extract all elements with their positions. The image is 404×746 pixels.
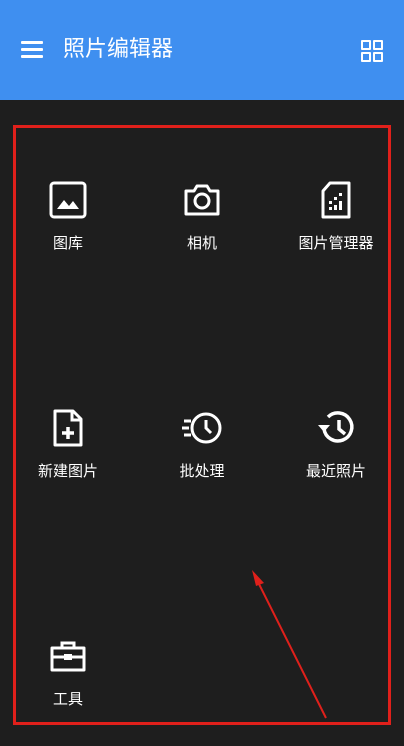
camera-icon — [184, 184, 220, 216]
tile-gallery[interactable]: 图库 — [8, 180, 128, 290]
gallery-image-icon — [49, 181, 87, 219]
tile-label: 图片管理器 — [298, 234, 374, 252]
app-bar: 照片编辑器 — [0, 0, 404, 100]
tile-camera[interactable]: 相机 — [142, 180, 262, 290]
menu-icon[interactable] — [20, 39, 44, 59]
tile-image-manager[interactable]: 图片管理器 — [276, 180, 396, 290]
grid-view-icon[interactable] — [361, 40, 383, 62]
tile-recent-photos[interactable]: 最近照片 — [276, 408, 396, 518]
tile-label: 图库 — [52, 234, 83, 252]
tile-new-image[interactable]: 新建图片 — [8, 408, 128, 518]
tile-label: 工具 — [52, 690, 83, 708]
new-file-plus-icon — [53, 409, 83, 447]
tile-label: 新建图片 — [37, 462, 98, 480]
history-icon — [318, 411, 354, 443]
page-title: 照片编辑器 — [63, 37, 174, 62]
tile-batch[interactable]: 批处理 — [142, 408, 262, 518]
toolbox-icon — [50, 641, 86, 672]
tile-tools[interactable]: 工具 — [8, 636, 128, 746]
tile-label: 批处理 — [179, 462, 225, 480]
tile-label: 相机 — [186, 234, 217, 252]
sd-card-icon — [321, 181, 351, 219]
batch-clock-icon — [182, 412, 222, 444]
tile-label: 最近照片 — [305, 462, 366, 480]
